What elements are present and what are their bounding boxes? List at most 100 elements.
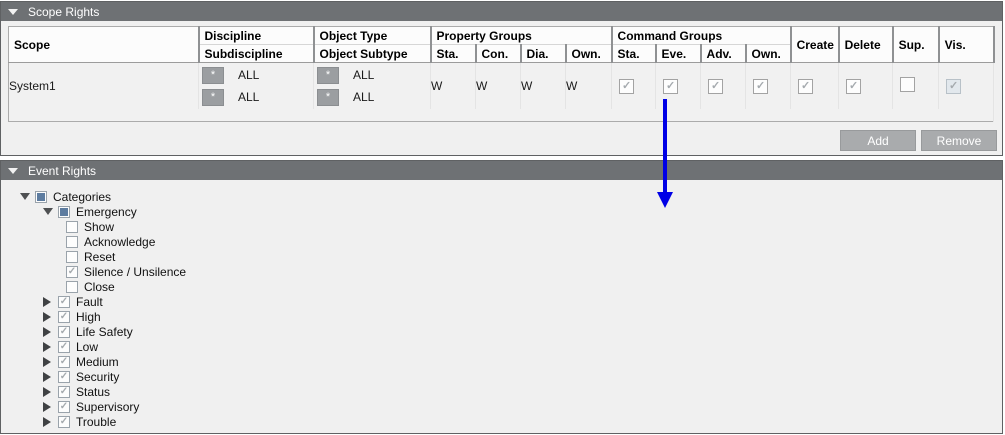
column-header-sup[interactable]: Sup. xyxy=(893,27,939,63)
command-adv-checkbox[interactable] xyxy=(708,79,723,94)
command-own-checkbox[interactable] xyxy=(753,79,768,94)
tree-checkbox[interactable]: ✓ xyxy=(58,401,70,413)
tree-item-supervisory[interactable]: ✓ Supervisory xyxy=(1,399,1002,414)
property-con-value: W xyxy=(476,63,521,110)
column-header-object-subtype[interactable]: Object Subtype xyxy=(314,45,431,63)
command-eve-checkbox[interactable] xyxy=(663,79,678,94)
tree-checkbox[interactable]: ✓ xyxy=(58,341,70,353)
expand-icon[interactable] xyxy=(43,387,58,397)
tree-item-medium[interactable]: ✓Medium xyxy=(1,354,1002,369)
collapse-icon[interactable] xyxy=(8,9,18,15)
tree-label: Reset xyxy=(84,250,115,264)
event-rights-panel-header[interactable]: Event Rights xyxy=(1,161,1002,180)
panel-title: Scope Rights xyxy=(28,5,99,19)
tree-item-trouble[interactable]: ✓ Trouble xyxy=(1,414,1002,429)
property-sta-value: W xyxy=(431,63,476,110)
scope-value: System1 xyxy=(9,63,199,110)
tree-label: Trouble xyxy=(76,415,116,429)
add-button[interactable]: Add xyxy=(840,130,916,151)
tree-item-show[interactable]: Show xyxy=(1,219,1002,234)
tree-item-fault[interactable]: ✓Fault xyxy=(1,294,1002,309)
tree-checkbox[interactable]: ✓ xyxy=(58,416,70,428)
command-sta-checkbox[interactable] xyxy=(619,79,634,94)
expand-icon[interactable] xyxy=(43,327,58,337)
tree-item-low[interactable]: ✓ Low xyxy=(1,339,1002,354)
expand-icon[interactable] xyxy=(43,417,58,427)
tree-label: Categories xyxy=(53,190,111,204)
tree-checkbox[interactable] xyxy=(66,236,78,248)
column-header-create[interactable]: Create xyxy=(791,27,839,63)
column-header-vis[interactable]: Vis. xyxy=(939,27,994,63)
column-header-property-sta[interactable]: Sta. xyxy=(431,45,476,63)
scope-rights-table: Scope Discipline Object Type Property Gr… xyxy=(8,26,995,122)
expand-icon[interactable] xyxy=(43,342,58,352)
expand-icon[interactable] xyxy=(43,297,58,307)
tree-item-emergency[interactable]: Emergency xyxy=(1,204,1002,219)
tree-label: Show xyxy=(84,220,114,234)
vis-checkbox[interactable] xyxy=(946,79,961,94)
table-row[interactable]: System1 * ALL * ALL * ALL xyxy=(9,63,994,110)
tree-label: Security xyxy=(76,370,119,384)
tree-item-close[interactable]: Close xyxy=(1,279,1002,294)
column-header-object-type[interactable]: Object Type xyxy=(314,27,431,45)
column-header-command-adv[interactable]: Adv. xyxy=(701,45,746,63)
remove-button[interactable]: Remove xyxy=(921,130,997,151)
create-checkbox[interactable] xyxy=(798,79,813,94)
column-header-command-eve[interactable]: Eve. xyxy=(656,45,701,63)
tree-item-categories[interactable]: Categories xyxy=(1,189,1002,204)
collapse-icon[interactable] xyxy=(8,168,18,174)
column-header-property-dia[interactable]: Dia. xyxy=(521,45,566,63)
tree-label: Supervisory xyxy=(76,400,139,414)
delete-checkbox[interactable] xyxy=(846,79,861,94)
tree-item-life-safety[interactable]: ✓Life Safety xyxy=(1,324,1002,339)
indeterminate-mark xyxy=(37,193,45,201)
column-header-discipline[interactable]: Discipline xyxy=(199,27,314,45)
tree-checkbox[interactable]: ✓ xyxy=(58,311,70,323)
tree-item-security[interactable]: ✓ Security xyxy=(1,369,1002,384)
tree-checkbox[interactable]: ✓ xyxy=(58,386,70,398)
tree-item-status[interactable]: ✓ Status xyxy=(1,384,1002,399)
tree-checkbox[interactable] xyxy=(35,191,47,203)
tree-checkbox[interactable]: ✓ xyxy=(58,296,70,308)
sup-checkbox[interactable] xyxy=(900,77,915,92)
object-type-filter-button[interactable]: * xyxy=(317,67,339,84)
object-subtype-filter-button[interactable]: * xyxy=(317,89,339,106)
column-header-delete[interactable]: Delete xyxy=(839,27,893,63)
expand-icon[interactable] xyxy=(43,402,58,412)
tree-checkbox[interactable] xyxy=(66,251,78,263)
tree-checkbox[interactable]: ✓ xyxy=(58,371,70,383)
column-header-command-groups[interactable]: Command Groups xyxy=(612,27,791,45)
column-header-command-sta[interactable]: Sta. xyxy=(612,45,656,63)
expand-icon[interactable] xyxy=(43,372,58,382)
column-header-command-own[interactable]: Own. xyxy=(746,45,791,63)
column-header-property-groups[interactable]: Property Groups xyxy=(431,27,612,45)
subdiscipline-value: ALL xyxy=(238,90,259,104)
expand-icon[interactable] xyxy=(43,357,58,367)
tree-label: Status xyxy=(76,385,110,399)
discipline-filter-button[interactable]: * xyxy=(202,67,224,84)
collapse-icon[interactable] xyxy=(43,208,58,215)
object-type-value: ALL xyxy=(353,68,374,82)
column-header-property-own[interactable]: Own. xyxy=(566,45,612,63)
expand-icon[interactable] xyxy=(43,312,58,322)
subdiscipline-filter-button[interactable]: * xyxy=(202,89,224,106)
tree-checkbox[interactable] xyxy=(58,206,70,218)
collapse-icon[interactable] xyxy=(20,193,35,200)
tree-label: Low xyxy=(76,340,98,354)
tree-checkbox[interactable]: ✓ xyxy=(66,266,78,278)
tree-item-high[interactable]: ✓High xyxy=(1,309,1002,324)
column-header-subdiscipline[interactable]: Subdiscipline xyxy=(199,45,314,63)
tree-item-silence-unsilence[interactable]: ✓Silence / Unsilence xyxy=(1,264,1002,279)
tree-checkbox[interactable] xyxy=(66,281,78,293)
tree-item-acknowledge[interactable]: Acknowledge xyxy=(1,234,1002,249)
tree-item-reset[interactable]: Reset xyxy=(1,249,1002,264)
tree-checkbox[interactable] xyxy=(66,221,78,233)
tree-checkbox[interactable]: ✓ xyxy=(58,356,70,368)
event-rights-tree: CategoriesEmergencyShowAcknowledgeReset✓… xyxy=(1,189,1002,429)
tree-checkbox[interactable]: ✓ xyxy=(58,326,70,338)
scope-rights-panel-header[interactable]: Scope Rights xyxy=(1,2,1002,21)
property-dia-value: W xyxy=(521,63,566,110)
column-header-property-con[interactable]: Con. xyxy=(476,45,521,63)
column-header-scope[interactable]: Scope xyxy=(9,27,199,63)
object-subtype-value: ALL xyxy=(353,90,374,104)
